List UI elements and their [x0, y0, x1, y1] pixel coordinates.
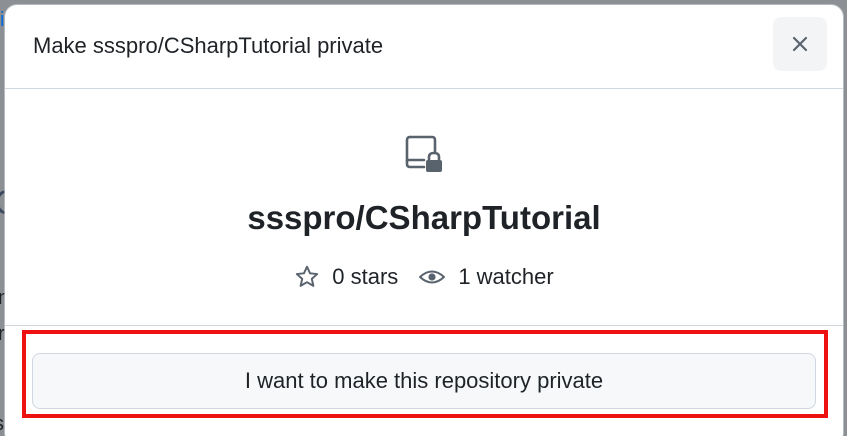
stars-count: 0 stars	[332, 264, 399, 289]
watchers-count: 1 watcher	[458, 264, 554, 289]
dialog-header: Make ssspro/CSharpTutorial private	[5, 5, 843, 89]
watchers-stat: 1 watcher	[418, 264, 554, 290]
close-icon	[792, 36, 808, 52]
stars-stat: 0 stars	[294, 264, 398, 290]
repo-name: ssspro/CSharpTutorial	[247, 199, 601, 236]
repo-locked-icon	[405, 135, 442, 172]
dialog-body: ssspro/CSharpTutorial 0 stars 1 watcher	[5, 89, 843, 326]
background-text-fragment: r	[0, 323, 5, 345]
close-button[interactable]	[773, 17, 827, 71]
eye-icon	[419, 270, 446, 284]
dialog-title: Make ssspro/CSharpTutorial private	[33, 33, 384, 58]
star-icon	[296, 265, 319, 287]
background-text-fragment: i	[0, 9, 5, 31]
make-private-confirm-button[interactable]: I want to make this repository private	[32, 353, 816, 409]
make-private-dialog: Make ssspro/CSharpTutorial private ssspr…	[5, 5, 843, 436]
repo-stats: 0 stars 1 watcher	[5, 264, 843, 290]
